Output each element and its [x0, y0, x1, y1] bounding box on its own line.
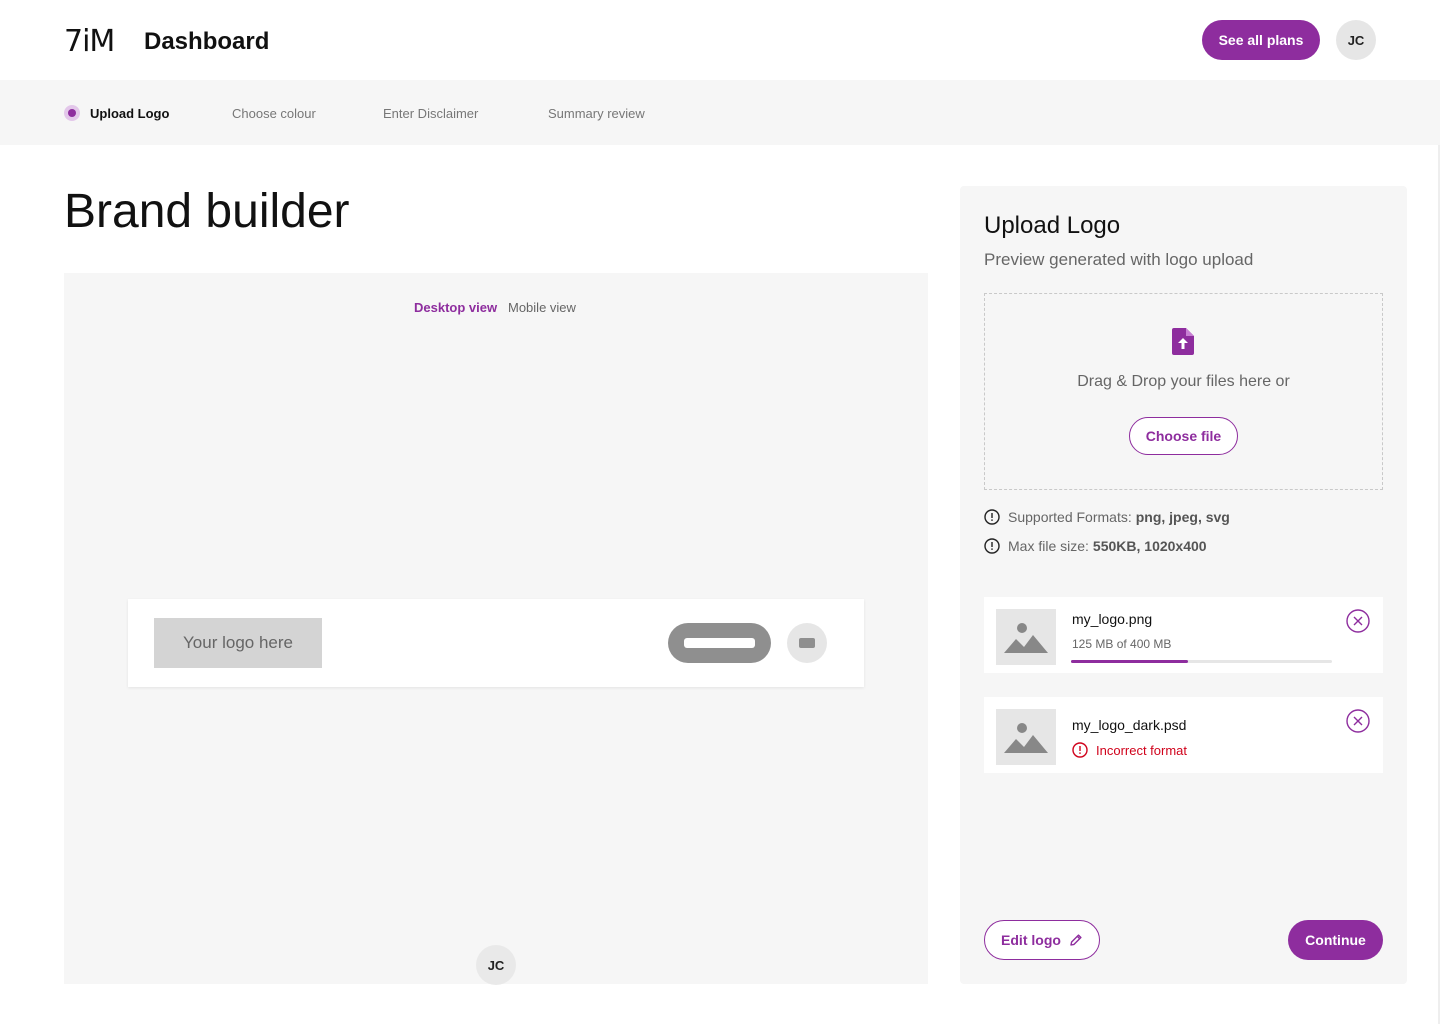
- close-circle-icon[interactable]: [1346, 709, 1370, 733]
- mock-avatar-placeholder: [787, 623, 827, 663]
- progress-stepper: [0, 80, 1440, 145]
- info-icon: [984, 538, 1000, 554]
- page-header-title: Dashboard: [144, 28, 270, 55]
- file-name: my_logo.png: [1072, 611, 1153, 627]
- dropzone-instructions: Drag & Drop your files here or: [1077, 373, 1290, 390]
- panel-title: Upload Logo: [984, 212, 1121, 239]
- file-thumbnail: [996, 609, 1056, 665]
- max-size-info: Max file size: 550KB, 1020x400: [984, 538, 1207, 554]
- formats-label: Supported Formats:: [1008, 509, 1132, 525]
- brand-logo[interactable]: 7iM: [64, 24, 115, 59]
- step-enter-disclaimer[interactable]: Enter Disclaimer: [383, 106, 478, 121]
- file-progress-text: 125 MB of 400 MB: [1072, 637, 1172, 651]
- mock-logo-placeholder: Your logo here: [154, 618, 322, 668]
- supported-formats-info: Supported Formats: png, jpeg, svg: [984, 509, 1230, 525]
- choose-file-button[interactable]: Choose file: [1129, 417, 1238, 455]
- image-placeholder-icon: [1004, 723, 1048, 753]
- error-text: Incorrect format: [1096, 742, 1188, 758]
- max-size-label: Max file size:: [1008, 538, 1089, 554]
- mock-button-placeholder: [668, 623, 771, 663]
- upload-progress-bar: [1071, 660, 1332, 663]
- file-dropzone[interactable]: [984, 293, 1383, 490]
- user-avatar[interactable]: JC: [1336, 20, 1376, 60]
- error-icon: [1072, 742, 1088, 758]
- file-name: my_logo_dark.psd: [1072, 717, 1187, 733]
- edit-logo-label: Edit logo: [1001, 932, 1061, 948]
- tab-mobile-view[interactable]: Mobile view: [508, 300, 576, 315]
- image-placeholder-icon: [1004, 623, 1048, 653]
- step-upload-logo[interactable]: Upload Logo: [90, 106, 169, 121]
- see-all-plans-button[interactable]: See all plans: [1202, 20, 1320, 60]
- file-upload-icon: [1172, 328, 1194, 355]
- preview-avatar: JC: [476, 945, 516, 985]
- info-icon: [984, 509, 1000, 525]
- edit-logo-button[interactable]: Edit logo: [984, 920, 1100, 960]
- step-choose-colour[interactable]: Choose colour: [232, 106, 316, 121]
- continue-button[interactable]: Continue: [1288, 920, 1383, 960]
- file-thumbnail: [996, 709, 1056, 765]
- active-step-indicator-icon: [64, 105, 80, 121]
- file-error-message: Incorrect format: [1072, 742, 1187, 758]
- panel-subtitle: Preview generated with logo upload: [984, 250, 1254, 269]
- step-summary-review[interactable]: Summary review: [548, 106, 645, 121]
- top-header: 7iM Dashboard See all plans JC: [0, 0, 1440, 80]
- page-title: Brand builder: [64, 185, 350, 238]
- tab-desktop-view[interactable]: Desktop view: [414, 300, 497, 315]
- file-item-error: my_logo_dark.psd Incorrect format: [984, 697, 1383, 773]
- file-item-uploading: my_logo.png 125 MB of 400 MB: [984, 597, 1383, 673]
- upload-progress-fill: [1071, 660, 1189, 663]
- formats-value: png, jpeg, svg: [1135, 509, 1230, 525]
- close-circle-icon[interactable]: [1346, 609, 1370, 633]
- pencil-icon: [1070, 934, 1082, 946]
- max-size-value: 550KB, 1020x400: [1092, 538, 1207, 554]
